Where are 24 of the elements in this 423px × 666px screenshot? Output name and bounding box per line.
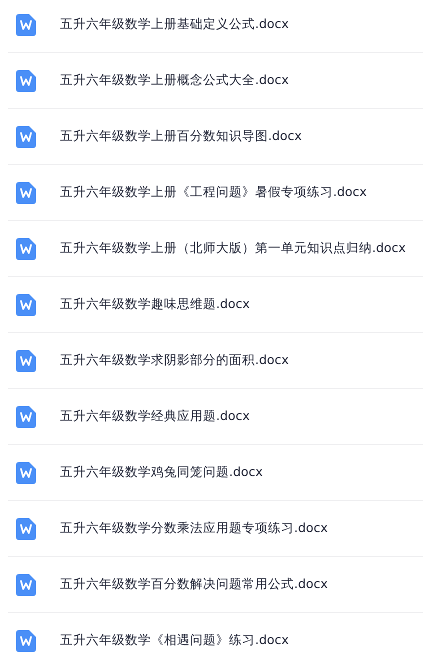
word-document-icon xyxy=(16,518,36,540)
file-name[interactable]: 五升六年级数学上册（北师大版）第一单元知识点归纳.docx xyxy=(60,240,406,257)
word-document-icon xyxy=(16,462,36,484)
file-name[interactable]: 五升六年级数学趣味思维题.docx xyxy=(60,296,250,313)
word-document-icon xyxy=(16,350,36,372)
file-name[interactable]: 五升六年级数学分数乘法应用题专项练习.docx xyxy=(60,520,328,537)
word-document-icon xyxy=(16,182,36,204)
file-name[interactable]: 五升六年级数学上册《工程问题》暑假专项练习.docx xyxy=(60,184,367,201)
file-name[interactable]: 五升六年级数学《相遇问题》练习.docx xyxy=(60,632,289,649)
file-name[interactable]: 五升六年级数学鸡兔同笼问题.docx xyxy=(60,464,263,481)
word-document-icon xyxy=(16,574,36,596)
word-document-icon xyxy=(16,406,36,428)
file-name[interactable]: 五升六年级数学求阴影部分的面积.docx xyxy=(60,352,289,369)
file-name[interactable]: 五升六年级数学上册概念公式大全.docx xyxy=(60,72,289,89)
word-document-icon xyxy=(16,14,36,36)
word-document-icon xyxy=(16,126,36,148)
file-name[interactable]: 五升六年级数学百分数解决问题常用公式.docx xyxy=(60,576,328,593)
word-document-icon xyxy=(16,70,36,92)
word-document-icon xyxy=(16,294,36,316)
file-name[interactable]: 五升六年级数学上册基础定义公式.docx xyxy=(60,16,289,33)
file-name[interactable]: 五升六年级数学上册百分数知识导图.docx xyxy=(60,128,302,145)
word-document-icon xyxy=(16,630,36,652)
word-document-icon xyxy=(16,238,36,260)
file-name[interactable]: 五升六年级数学经典应用题.docx xyxy=(60,408,250,425)
